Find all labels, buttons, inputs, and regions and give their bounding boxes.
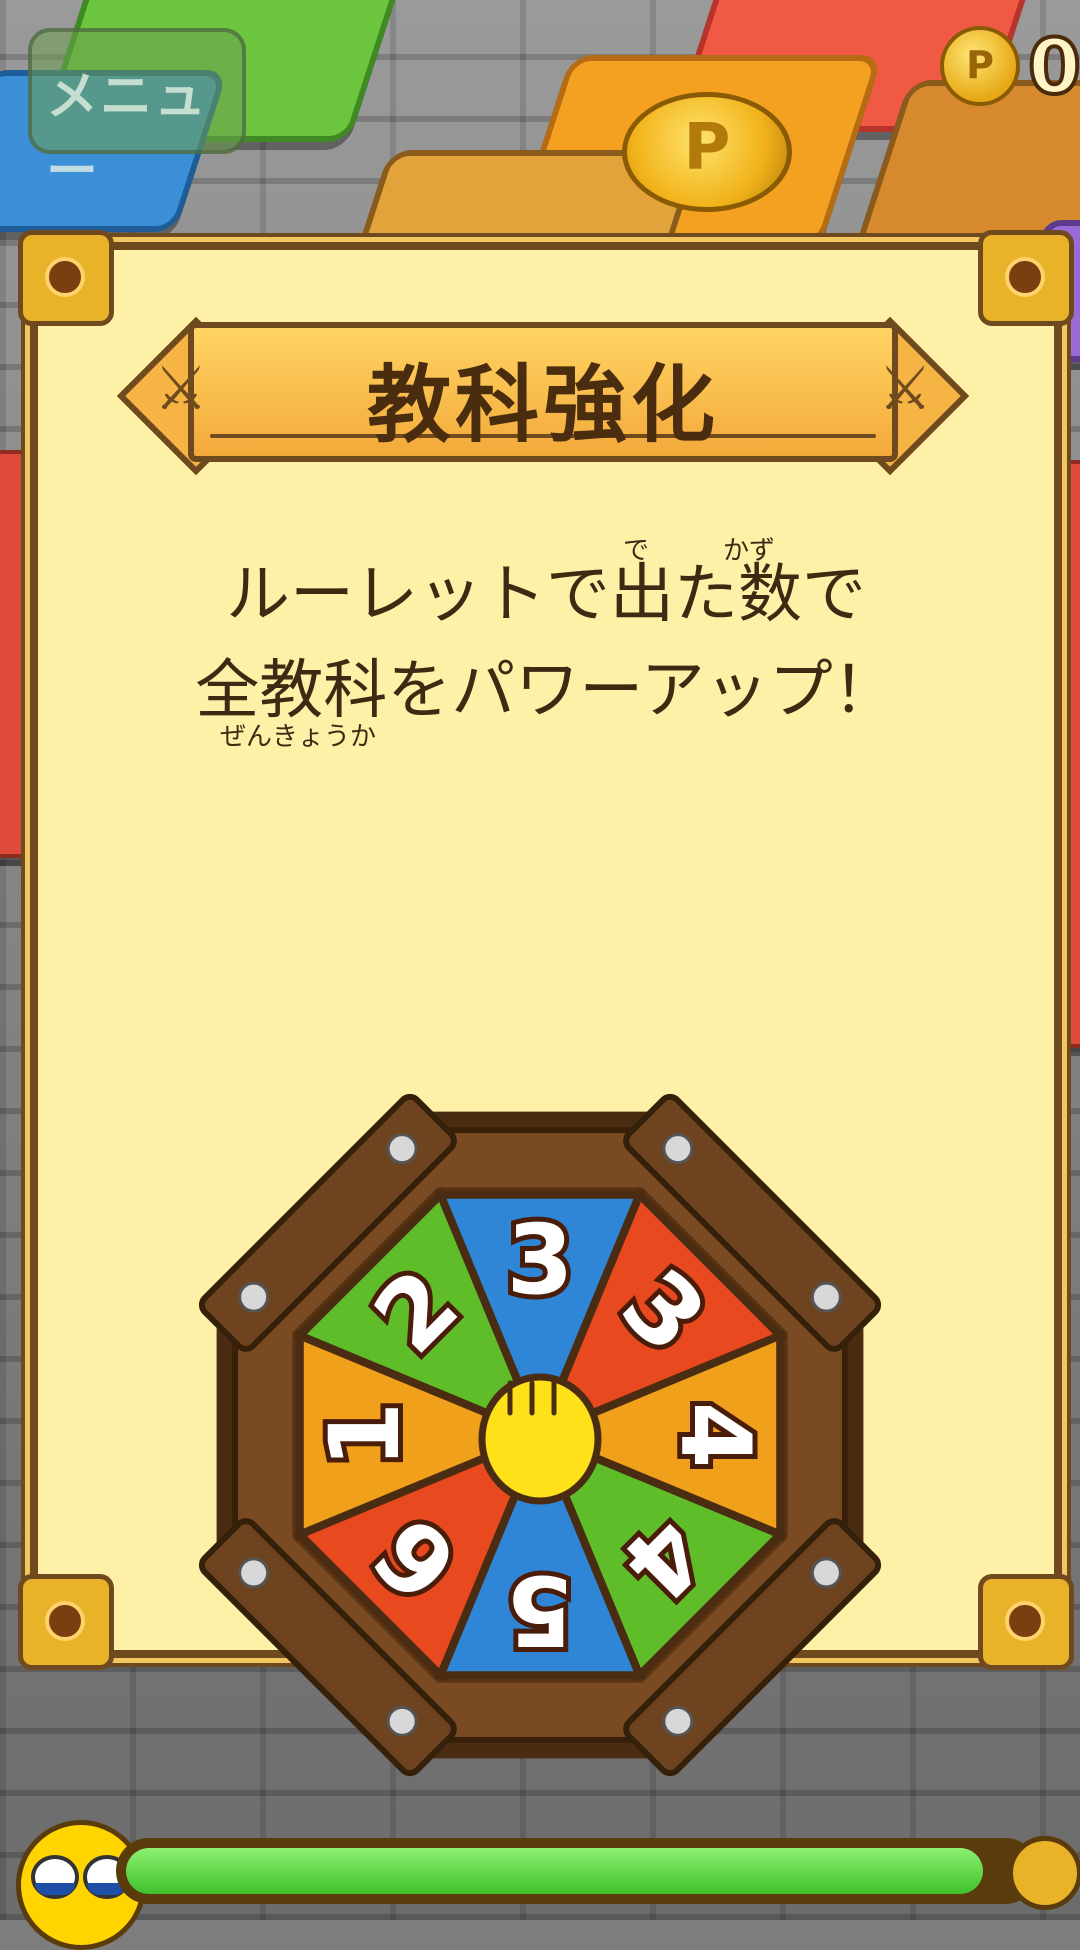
ruby-de: で [623, 536, 650, 566]
frame-corner-ornament [18, 230, 114, 326]
progress-bar-fill [126, 1848, 983, 1894]
ruby-kazu: かず [723, 536, 776, 566]
frame-corner-ornament [18, 1574, 114, 1670]
coin-icon: P [940, 26, 1020, 106]
hub-fist-shape [478, 1373, 602, 1505]
mascot-eye [31, 1855, 79, 1899]
frame-corner-ornament [978, 230, 1074, 326]
roulette-number-label: 4 [659, 1402, 771, 1469]
progress-bar [116, 1838, 1038, 1904]
roulette-wheel[interactable]: 3 3445612 [190, 1085, 890, 1785]
points-counter: P 0 [940, 20, 1080, 113]
description-line-1: で かず ルーレットで出た数で [38, 536, 1054, 640]
roulette-number-label: 1 [309, 1402, 421, 1469]
roulette-number-label: 3 [507, 1204, 574, 1316]
description-line-2: ぜんきょうか 全教科をパワーアップ！ [38, 646, 1054, 752]
roulette-number-label: 5 [507, 1554, 574, 1666]
dialog-description: で かず ルーレットで出た数で ぜんきょうか 全教科をパワーアップ！ [38, 536, 1054, 752]
title-banner: ⚔ ⚔ 教科強化 [116, 316, 970, 476]
menu-button[interactable]: メニュー [28, 28, 246, 202]
points-value: 0 [1026, 20, 1080, 113]
dialog-title: 教科強化 [366, 356, 719, 454]
point-coin-icon: P [622, 92, 792, 212]
roulette-hub-fist-icon [478, 1373, 602, 1505]
menu-button-label: メニュー [46, 67, 209, 202]
coin-label: P [683, 111, 731, 185]
ruby-zenkyouka: ぜんきょうか [220, 722, 377, 752]
progress-bar-end-cap [1008, 1836, 1080, 1910]
frame-corner-ornament [978, 1574, 1074, 1670]
